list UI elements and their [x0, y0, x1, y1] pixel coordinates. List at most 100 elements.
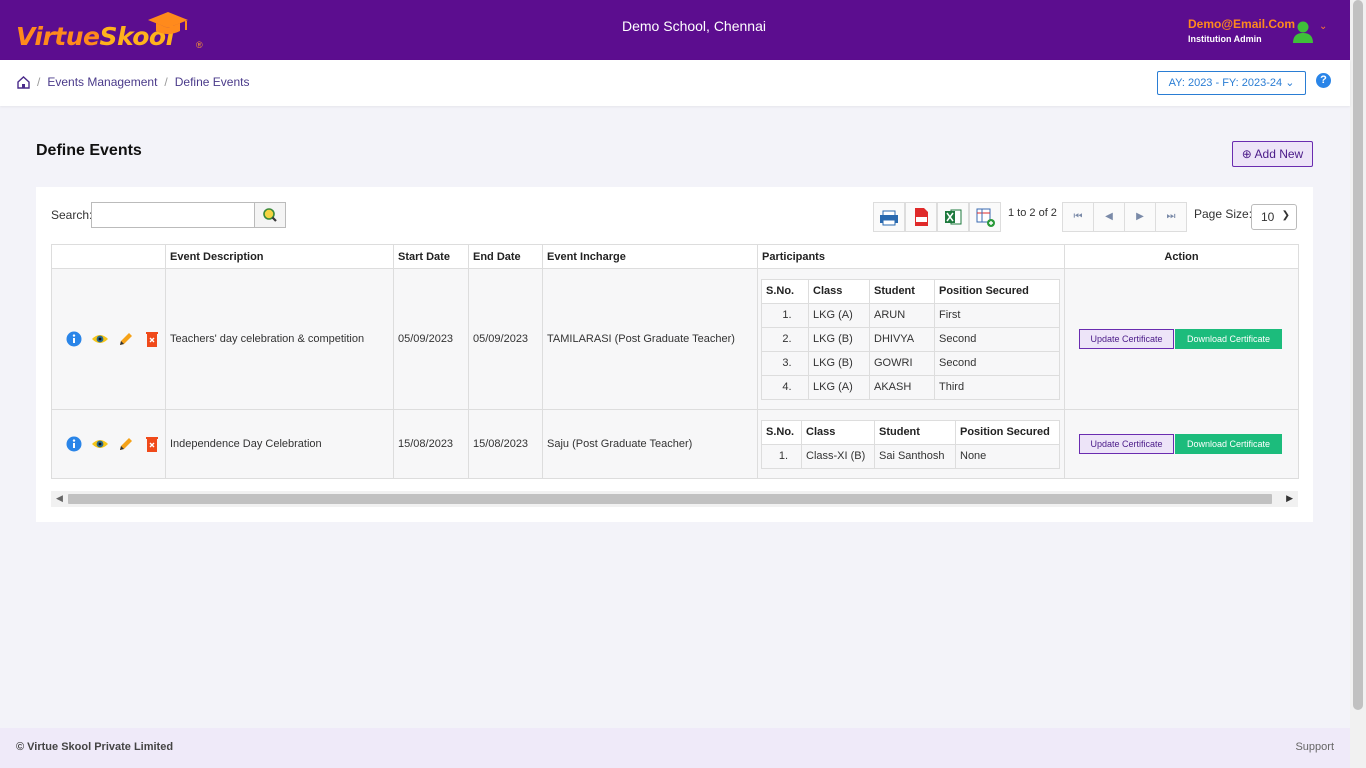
breadcrumb-bar: / Events Management / Define Events AY: … [0, 60, 1350, 106]
chevron-down-icon: ❯ [1281, 210, 1290, 221]
last-page-button[interactable]: ⏭ [1155, 202, 1187, 232]
sub-header-class: Class [801, 419, 875, 445]
next-page-icon: ▶ [1136, 211, 1144, 222]
scrollbar-thumb[interactable] [68, 494, 1272, 504]
delete-icon[interactable] [143, 435, 161, 453]
view-eye-icon[interactable] [91, 435, 109, 453]
page-size-select[interactable]: 10 ❯ [1251, 204, 1297, 230]
breadcrumb-separator: / [37, 75, 41, 89]
sub-header-student: Student [869, 278, 935, 304]
scroll-right-icon[interactable]: ▶ [1286, 493, 1293, 504]
scrollbar-thumb[interactable] [1353, 0, 1363, 710]
participant-student: Sai Santhosh [874, 443, 956, 469]
page-title: Define Events [36, 142, 142, 159]
participant-class: LKG (A) [808, 374, 870, 400]
participant-row: 4. LKG (A) AKASH Third [761, 374, 1060, 400]
sub-header-sno: S.No. [761, 419, 802, 445]
participants-cell: S.No. Class Student Position Secured 1. L… [757, 268, 1065, 410]
event-description: Independence Day Celebration [165, 409, 394, 479]
action-cell: Update Certificate Download Certificate [1064, 409, 1299, 479]
export-pdf-button[interactable] [905, 202, 937, 232]
participant-sno: 3. [761, 350, 809, 376]
last-page-icon: ⏭ [1166, 211, 1176, 222]
pager-info: 1 to 2 of 2 [1008, 207, 1057, 219]
event-incharge: TAMILARASI (Post Graduate Teacher) [542, 268, 758, 410]
participants-table: S.No. Class Student Position Secured 1. L… [761, 278, 1060, 400]
column-settings-button[interactable] [969, 202, 1001, 232]
breadcrumb-define-events: Define Events [174, 75, 250, 89]
download-certificate-button[interactable]: Download Certificate [1175, 329, 1282, 349]
previous-page-button[interactable]: ◀ [1093, 202, 1125, 232]
sub-header-position: Position Secured [934, 278, 1060, 304]
edit-pencil-icon[interactable] [117, 330, 135, 348]
previous-page-icon: ◀ [1105, 211, 1113, 222]
info-icon[interactable] [65, 330, 83, 348]
plus-circle-icon: ⊕ [1241, 147, 1252, 161]
user-email: Demo@Email.Com [1188, 17, 1296, 31]
home-icon[interactable] [17, 75, 30, 89]
participant-position: Second [934, 326, 1060, 352]
participant-student: DHIVYA [869, 326, 935, 352]
column-header-description: Event Description [165, 244, 394, 269]
export-excel-button[interactable] [937, 202, 969, 232]
column-header-action: Action [1064, 244, 1299, 269]
update-certificate-button[interactable]: Update Certificate [1079, 329, 1174, 349]
breadcrumb-separator: / [164, 75, 168, 89]
participant-row: 1. LKG (A) ARUN First [761, 302, 1060, 328]
chevron-down-icon[interactable]: ⌄ [1319, 21, 1327, 32]
column-header-icons [51, 244, 166, 269]
print-button[interactable] [873, 202, 905, 232]
excel-icon [945, 209, 962, 225]
participant-student: ARUN [869, 302, 935, 328]
user-avatar-icon[interactable] [1293, 21, 1313, 43]
participant-sno: 2. [761, 326, 809, 352]
first-page-button[interactable]: ⏮ [1062, 202, 1094, 232]
column-header-incharge: Event Incharge [542, 244, 758, 269]
table-header-row: Event Description Start Date End Date Ev… [51, 244, 1299, 269]
participant-row: 2. LKG (B) DHIVYA Second [761, 326, 1060, 352]
participant-row: 1. Class-XI (B) Sai Santhosh None [761, 443, 1060, 469]
participants-header-row: S.No. Class Student Position Secured [761, 419, 1060, 445]
page-size-label: Page Size: [1194, 207, 1253, 221]
search-button[interactable] [254, 202, 286, 228]
footer: © Virtue Skool Private Limited Support [0, 728, 1350, 768]
add-new-label: Add New [1254, 147, 1304, 161]
participant-sno: 4. [761, 374, 809, 400]
scroll-left-icon[interactable]: ◀ [56, 493, 63, 504]
academic-year-select[interactable]: AY: 2023 - FY: 2023-24 ⌄ [1157, 71, 1306, 95]
edit-pencil-icon[interactable] [117, 435, 135, 453]
table-add-icon [976, 208, 995, 227]
search-label: Search: [51, 208, 93, 222]
info-icon[interactable] [65, 435, 83, 453]
breadcrumb-events-management[interactable]: Events Management [47, 75, 157, 89]
update-certificate-button[interactable]: Update Certificate [1079, 434, 1174, 454]
participant-class: LKG (A) [808, 302, 870, 328]
support-link[interactable]: Support [1295, 741, 1334, 753]
school-name: Demo School, Chennai [622, 18, 766, 34]
view-eye-icon[interactable] [91, 330, 109, 348]
action-cell: Update Certificate Download Certificate [1064, 268, 1299, 410]
vertical-scrollbar[interactable] [1350, 0, 1366, 768]
add-new-button[interactable]: ⊕ Add New [1232, 141, 1313, 167]
first-page-icon: ⏮ [1073, 211, 1083, 222]
next-page-button[interactable]: ▶ [1124, 202, 1156, 232]
end-date: 05/09/2023 [468, 268, 543, 410]
page-size-value: 10 [1261, 210, 1275, 224]
column-header-start-date: Start Date [393, 244, 469, 269]
participant-class: LKG (B) [808, 326, 870, 352]
horizontal-scrollbar[interactable]: ◀ ▶ [51, 491, 1298, 507]
participant-student: GOWRI [869, 350, 935, 376]
printer-icon [880, 210, 898, 226]
sub-header-class: Class [808, 278, 870, 304]
participants-table: S.No. Class Student Position Secured 1. C… [761, 419, 1060, 469]
table-row: Teachers' day celebration & competition … [51, 268, 1299, 410]
delete-icon[interactable] [143, 330, 161, 348]
download-certificate-button[interactable]: Download Certificate [1175, 434, 1282, 454]
top-header: VirtueSkool ® Demo School, Chennai Demo@… [0, 0, 1350, 60]
events-table: Event Description Start Date End Date Ev… [51, 244, 1299, 479]
user-role: Institution Admin [1188, 34, 1262, 44]
end-date: 15/08/2023 [468, 409, 543, 479]
help-icon[interactable]: ? [1316, 73, 1331, 88]
user-info[interactable]: Demo@Email.Com Institution Admin [1188, 17, 1295, 44]
search-input[interactable] [91, 202, 255, 228]
